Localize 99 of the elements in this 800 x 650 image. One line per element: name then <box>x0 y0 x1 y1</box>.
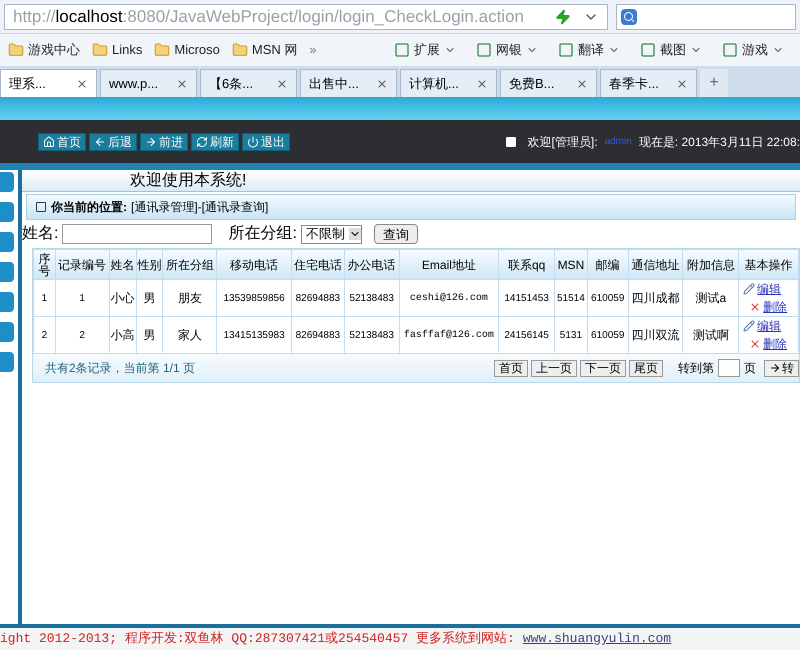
more-bookmarks[interactable]: » <box>309 40 317 60</box>
sidebar-tab[interactable] <box>0 292 14 312</box>
sidebar-tab[interactable] <box>0 322 14 342</box>
page-button[interactable]: 首页 <box>494 360 528 376</box>
close-icon[interactable] <box>76 78 88 90</box>
tab-label: 【6条... <box>209 74 254 93</box>
username: admin <box>604 135 632 149</box>
sidebar-tab[interactable] <box>0 352 14 372</box>
nav-button[interactable]: 前进 <box>140 132 188 150</box>
search-field[interactable] <box>616 4 796 30</box>
name-label: 姓名: <box>22 224 58 244</box>
location-label: 你当前的位置: <box>51 199 127 216</box>
square-icon <box>504 136 517 148</box>
url-text: http://localhost:8080/JavaWebProject/login/login_CheckLogin.action <box>13 6 525 28</box>
browser-tab[interactable]: 出售中... <box>300 69 397 97</box>
bookmark-item[interactable]: MSN 网 <box>232 40 298 60</box>
nav-button[interactable]: 刷新 <box>191 132 239 150</box>
sidebar-tab[interactable] <box>0 232 14 252</box>
tab-label: www.p... <box>109 74 160 93</box>
tab-label: 计算机... <box>409 74 460 93</box>
delete-link[interactable]: 删除 <box>763 298 788 316</box>
page-title: 欢迎使用本系统! <box>22 170 800 192</box>
pencil-icon <box>743 283 756 295</box>
new-tab-button[interactable]: + <box>700 69 728 97</box>
browser-tab[interactable]: 【6条... <box>200 69 297 97</box>
name-input[interactable] <box>62 224 212 244</box>
sidebar-tab[interactable] <box>0 262 14 282</box>
tool-icon <box>558 42 574 58</box>
tab-label: 免费B... <box>509 74 556 93</box>
toolbar-item[interactable]: 扩展 <box>394 40 456 60</box>
group-select[interactable]: 不限制 <box>300 224 362 244</box>
group-label: 所在分组: <box>228 224 297 244</box>
folder-icon <box>154 42 170 58</box>
location-path: [通讯录管理]-[通讯录查询] <box>131 199 268 216</box>
close-icon[interactable] <box>376 78 388 90</box>
page-button[interactable]: 下一页 <box>580 360 626 376</box>
browser-tab[interactable]: www.p... <box>100 69 197 97</box>
pencil-icon <box>743 320 756 332</box>
page-button[interactable]: 上一页 <box>531 360 577 376</box>
browser-tab[interactable]: 理系... <box>0 69 97 97</box>
search-icon[interactable] <box>621 8 637 24</box>
delete-icon <box>749 338 762 350</box>
toolbar-item[interactable]: 截图 <box>640 40 702 60</box>
goto-label: 转到第 <box>678 360 714 377</box>
nav-icon <box>94 136 106 148</box>
delete-link[interactable]: 删除 <box>763 335 788 353</box>
tool-icon <box>394 42 410 58</box>
bookmark-item[interactable]: Links <box>92 40 142 60</box>
nav-icon <box>43 136 55 148</box>
folder-icon <box>232 42 248 58</box>
page-label: 页 <box>744 360 756 377</box>
query-button[interactable]: 查询 <box>374 224 418 244</box>
page-button[interactable]: 尾页 <box>629 360 663 376</box>
close-icon[interactable] <box>576 78 588 90</box>
arrow-icon <box>769 362 781 374</box>
toolbar-item[interactable]: 游戏 <box>722 40 784 60</box>
tab-label: 理系... <box>9 74 47 93</box>
nav-icon <box>196 136 208 148</box>
window-icon <box>35 201 47 213</box>
bookmark-item[interactable]: 游戏中心 <box>8 40 80 60</box>
nav-button[interactable]: 后退 <box>89 132 137 150</box>
tool-icon <box>722 42 738 58</box>
nav-button[interactable]: 首页 <box>38 132 86 150</box>
browser-tab[interactable]: 计算机... <box>400 69 497 97</box>
table-cell: 1 <box>34 280 56 316</box>
close-icon[interactable] <box>676 78 688 90</box>
folder-icon <box>8 42 24 58</box>
delete-icon <box>749 301 762 313</box>
toolbar-item[interactable]: 翻译 <box>558 40 620 60</box>
bookmark-item[interactable]: Microso <box>154 40 220 60</box>
toolbar-item[interactable]: 网银 <box>476 40 538 60</box>
tab-label: 春季卡... <box>609 74 660 93</box>
go-button[interactable]: 转 <box>764 360 799 376</box>
column-header: 序号 <box>34 250 56 280</box>
edit-link[interactable]: 编辑 <box>757 317 782 335</box>
close-icon[interactable] <box>176 78 188 90</box>
tool-icon <box>476 42 492 58</box>
close-icon[interactable] <box>476 78 488 90</box>
tab-label: 出售中... <box>309 74 360 93</box>
browser-tab[interactable]: 春季卡... <box>600 69 697 97</box>
welcome-text: 欢迎[管理员]: <box>528 134 598 150</box>
sidebar-tab[interactable] <box>0 202 14 222</box>
copyright-text: ight 2012-2013; 程序开发:双鱼林 QQ:287307421或254540457 更多系统到网站: <box>0 630 515 648</box>
edit-link[interactable]: 编辑 <box>757 280 782 298</box>
close-icon[interactable] <box>276 78 288 90</box>
current-time: 现在是: 2013年3月11日 22:08: <box>638 134 800 150</box>
caret-icon <box>348 228 361 240</box>
browser-tab[interactable]: 免费B... <box>500 69 597 97</box>
lightning-icon[interactable] <box>555 8 571 24</box>
website-link[interactable]: www.shuangyulin.com <box>522 629 672 649</box>
record-summary: 共有2条记录，当前第 1/1 页 <box>45 360 196 377</box>
sidebar-tab[interactable] <box>0 172 14 192</box>
nav-icon <box>247 136 259 148</box>
nav-button[interactable]: 退出 <box>242 132 290 150</box>
page-input[interactable] <box>718 359 740 377</box>
tool-icon <box>640 42 656 58</box>
nav-icon <box>145 136 157 148</box>
address-field[interactable]: http://localhost:8080/JavaWebProject/login/login_CheckLogin.action <box>4 4 608 30</box>
folder-icon <box>92 42 108 58</box>
